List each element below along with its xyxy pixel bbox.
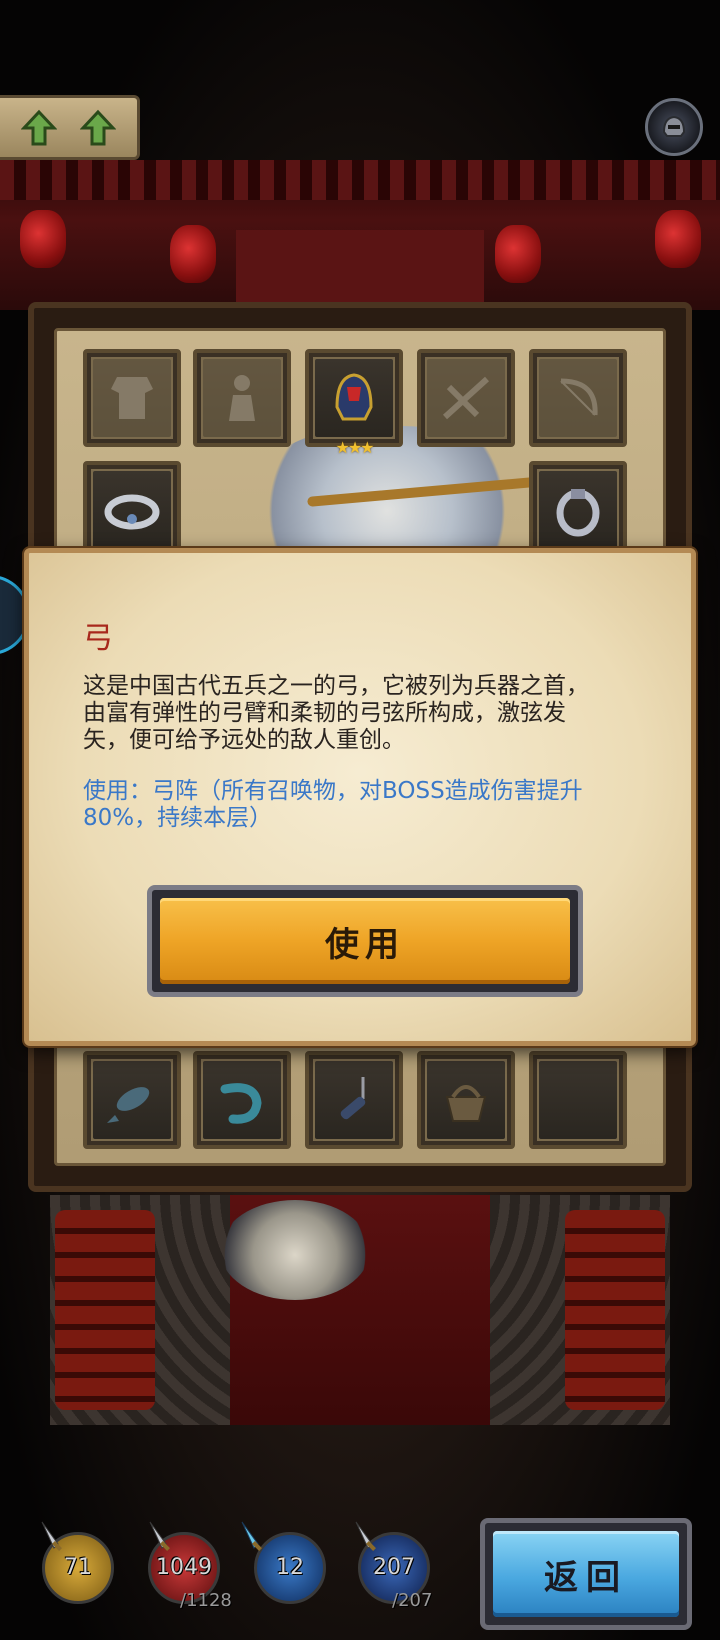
star-rating: ★★★ [335,438,374,457]
inventory-slot[interactable] [83,349,181,447]
item-description: 这是中国古代五兵之一的弓，它被列为兵器之首，由富有弹性的弓臂和柔韧的弓弦所构成，… [83,673,589,753]
sword-icon [149,1521,170,1551]
mp-max: /207 [392,1590,433,1611]
bracelet-icon [93,471,171,549]
armor-icon [93,359,171,437]
warrior-figure-icon [203,359,281,437]
inventory-slot[interactable] [305,1051,403,1149]
item-detail-dialog: 弓 这是中国古代五兵之一的弓，它被列为兵器之首，由富有弹性的弓臂和柔韧的弓弦所构… [24,548,696,1046]
bow-icon [539,359,617,437]
shrimp-icon [203,1061,281,1139]
hp-max: /1128 [180,1590,232,1611]
inventory-slot[interactable] [417,349,515,447]
inventory-slot-empty[interactable] [529,1051,627,1149]
guardian-lion-icon [220,1200,370,1300]
item-name: 弓 [83,621,113,656]
helmet-icon [315,359,393,437]
sword-icon [355,1521,376,1551]
crossbow-icon [427,359,505,437]
dagger-icon [241,1521,262,1551]
use-button-label: 使用 [160,898,570,984]
inventory-slot[interactable]: ★ [83,461,181,569]
drum-stack-left [55,1210,155,1410]
lantern-icon [20,210,66,268]
inventory-slot[interactable] [193,349,291,447]
ring-icon [539,471,617,549]
fish-icon [93,1061,171,1139]
fishing-lure-icon [315,1061,393,1139]
up-arrow-icon[interactable] [21,109,58,147]
basket-icon [427,1061,505,1139]
inventory-slot[interactable]: ★★★ [305,349,403,457]
lantern-icon [495,225,541,283]
lantern-icon [170,225,216,283]
inventory-slot[interactable] [529,349,627,447]
inventory-slot[interactable] [417,1051,515,1149]
inventory-slot[interactable]: ★★ [529,461,627,569]
lantern-icon [655,210,701,268]
up-arrow-icon[interactable] [79,109,116,147]
inventory-slot[interactable] [193,1051,291,1149]
sword-icon [41,1521,62,1551]
floor-arrow-panel [0,95,140,160]
empty-slot [539,1061,617,1139]
inventory-slot[interactable] [83,1051,181,1149]
drum-stack-right [565,1210,665,1410]
back-button[interactable]: 返回 [480,1518,692,1630]
helmet-icon [662,115,686,137]
item-usage: 使用：弓阵（所有召唤物，对BOSS造成伤害提升80%，持续本层） [83,778,583,831]
back-button-label: 返回 [493,1531,679,1617]
character-menu-button[interactable] [645,98,703,156]
use-button[interactable]: 使用 [147,885,583,997]
